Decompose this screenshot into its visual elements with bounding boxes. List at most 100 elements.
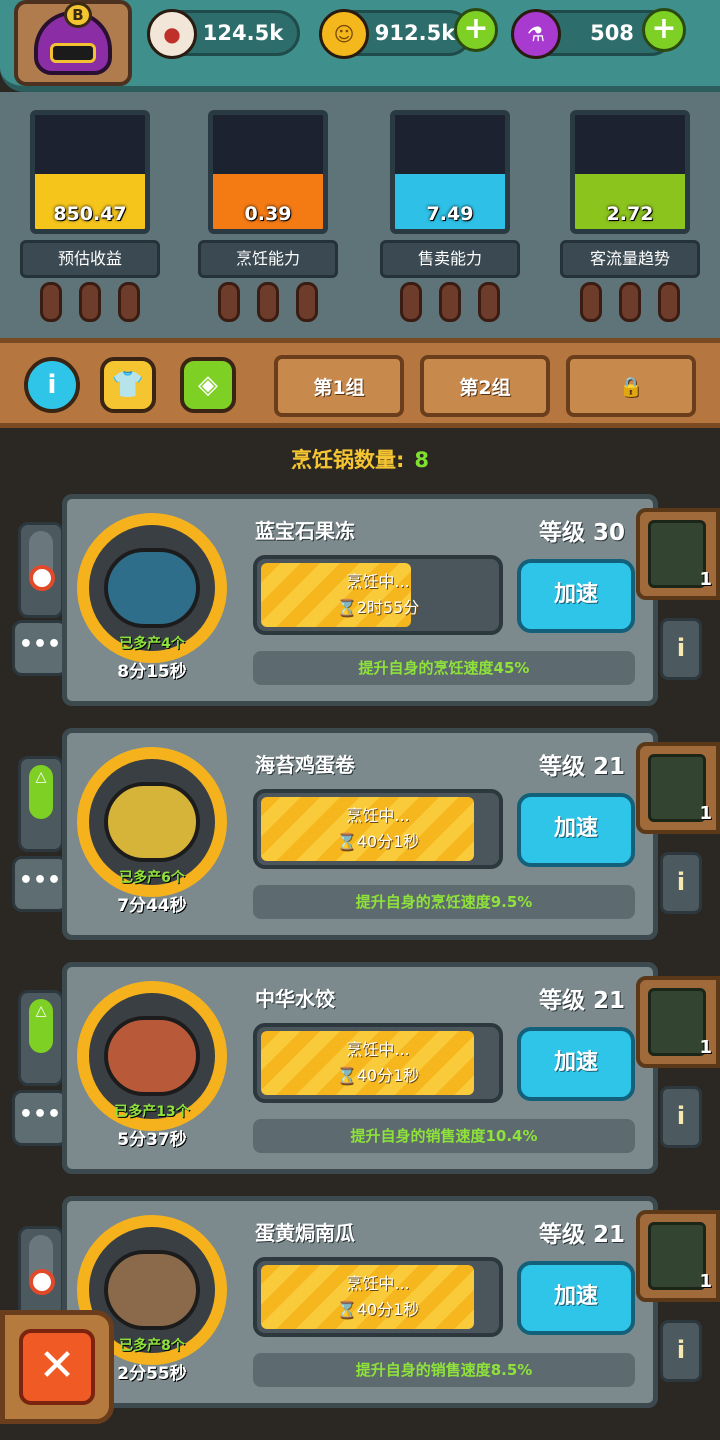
- cooking-progress: 烹饪中... ⌛2时55分: [253, 555, 503, 635]
- meter-selling-ability: 7.49 售卖能力: [380, 110, 520, 330]
- meter-value: 2.72: [606, 203, 654, 225]
- meter-label: 客流量趋势: [560, 240, 700, 278]
- auto-toggle[interactable]: [18, 1226, 64, 1322]
- pot-count-value: 8: [414, 448, 430, 472]
- tab-group-2[interactable]: 第2组: [420, 355, 550, 417]
- bonus-text: 提升自身的烹饪速度45%: [253, 651, 635, 685]
- chef-portrait-icon: [648, 1222, 706, 1290]
- dish-info-button[interactable]: i: [660, 1086, 702, 1148]
- meter-cooking-ability: 0.39 烹饪能力: [198, 110, 338, 330]
- eyeball-resource: ● 124.5k: [147, 9, 300, 59]
- remaining-time: ⌛40分1秒: [336, 832, 420, 851]
- bonus-text: 提升自身的烹饪速度9.5%: [253, 885, 635, 919]
- auto-toggle[interactable]: △: [18, 756, 64, 852]
- arrow-up-icon: △: [35, 1003, 47, 1019]
- dish-card: 已多产6个 7分44秒 海苔鸡蛋卷 等级 21 烹饪中... ⌛40分1秒 加速…: [62, 728, 658, 940]
- chef-count: 1: [699, 1271, 712, 1292]
- meter-legs: [40, 282, 140, 326]
- dish-info-button[interactable]: i: [660, 1320, 702, 1382]
- disabled-icon: [29, 1269, 55, 1295]
- more-button[interactable]: •••: [12, 1090, 68, 1146]
- coin-resource: ☺ 912.5k: [319, 9, 472, 59]
- sapphire-jelly-icon: [104, 548, 200, 628]
- cooking-status: 烹饪中...: [346, 572, 410, 591]
- food-box-icon[interactable]: ◈: [180, 357, 236, 413]
- cycle-time: 7分44秒: [117, 896, 187, 916]
- chef-slot[interactable]: 1: [636, 508, 720, 600]
- produced-count: 已多产6个: [119, 870, 185, 886]
- more-button[interactable]: •••: [12, 856, 68, 912]
- auto-toggle[interactable]: △: [18, 990, 64, 1086]
- meter-tank: 2.72: [570, 110, 690, 234]
- auto-toggle[interactable]: [18, 522, 64, 618]
- tab-group-1[interactable]: 第1组: [274, 355, 404, 417]
- chef-count: 1: [699, 1037, 712, 1058]
- info-icon[interactable]: i: [24, 357, 80, 413]
- dish-card: 已多产8个 2分55秒 蛋黄焗南瓜 等级 21 烹饪中... ⌛40分1秒 加速…: [62, 1196, 658, 1408]
- meter-value: 7.49: [426, 203, 474, 225]
- dish-info-button[interactable]: i: [660, 618, 702, 680]
- cooking-progress: 烹饪中... ⌛40分1秒: [253, 1023, 503, 1103]
- shirt-icon[interactable]: 👕: [100, 357, 156, 413]
- chef-slot[interactable]: 1: [636, 976, 720, 1068]
- dish-name: 蛋黄焗南瓜: [255, 1221, 355, 1245]
- cooking-status: 烹饪中...: [346, 806, 410, 825]
- close-button[interactable]: ✕: [0, 1310, 114, 1424]
- chef-portrait-icon: [648, 988, 706, 1056]
- pot-count-label: 烹饪锅数量:: [290, 448, 405, 472]
- meter-legs: [400, 282, 500, 326]
- close-icon: ✕: [19, 1329, 95, 1405]
- bonus-text: 提升自身的销售速度8.5%: [253, 1353, 635, 1387]
- meter-tank: 7.49: [390, 110, 510, 234]
- dish-card: 已多产13个 5分37秒 中华水饺 等级 21 烹饪中... ⌛40分1秒 加速…: [62, 962, 658, 1174]
- chef-count: 1: [699, 803, 712, 824]
- dish-level: 等级 21: [538, 1222, 625, 1248]
- chef-portrait-icon: [648, 754, 706, 822]
- dish-name: 中华水饺: [255, 987, 335, 1011]
- produced-count: 已多产13个: [114, 1104, 190, 1120]
- speed-up-button[interactable]: 加速: [517, 793, 635, 867]
- meter-tank: 0.39: [208, 110, 328, 234]
- dish-level: 等级 21: [538, 988, 625, 1014]
- speed-up-button[interactable]: 加速: [517, 559, 635, 633]
- dish-card: 已多产4个 8分15秒 蓝宝石果冻 等级 30 烹饪中... ⌛2时55分 加速…: [62, 494, 658, 706]
- seaweed-egg-roll-icon: [104, 782, 200, 862]
- tab-group-locked[interactable]: 🔒: [566, 355, 696, 417]
- dish-name: 蓝宝石果冻: [255, 519, 355, 543]
- speed-up-button[interactable]: 加速: [517, 1261, 635, 1335]
- meter-legs: [218, 282, 318, 326]
- chef-count: 1: [699, 569, 712, 590]
- cooking-status: 烹饪中...: [346, 1274, 410, 1293]
- rank-badge: B: [64, 2, 92, 28]
- add-coin-button[interactable]: +: [454, 8, 498, 52]
- meter-label: 烹饪能力: [198, 240, 338, 278]
- chef-portrait-icon: [648, 520, 706, 588]
- group-tabs-bar: i 👕 ◈ 第1组 第2组 🔒: [0, 338, 720, 428]
- produced-count: 已多产4个: [119, 636, 185, 652]
- stats-panel: 850.47 预估收益 0.39 烹饪能力 7.49 售卖能力 2.72 客流量…: [0, 92, 720, 338]
- add-potion-button[interactable]: +: [642, 8, 686, 52]
- speed-up-button[interactable]: 加速: [517, 1027, 635, 1101]
- cooking-progress: 烹饪中... ⌛40分1秒: [253, 789, 503, 869]
- dish-level: 等级 21: [538, 754, 625, 780]
- cooking-progress: 烹饪中... ⌛40分1秒: [253, 1257, 503, 1337]
- dish-info-button[interactable]: i: [660, 852, 702, 914]
- lock-icon: 🔒: [619, 375, 643, 398]
- meter-customer-trend: 2.72 客流量趋势: [560, 110, 700, 330]
- remaining-time: ⌛2时55分: [336, 598, 420, 617]
- chef-slot[interactable]: 1: [636, 742, 720, 834]
- meter-legs: [580, 282, 680, 326]
- dumplings-icon: [104, 1016, 200, 1096]
- resource-bar: B ● 124.5k ☺ 912.5k + ⚗ 508 +: [0, 0, 720, 92]
- cycle-time: 8分15秒: [117, 662, 187, 682]
- meter-label: 预估收益: [20, 240, 160, 278]
- dish-level: 等级 30: [538, 520, 625, 546]
- coin-icon: ☺: [319, 9, 369, 59]
- chef-slot[interactable]: 1: [636, 1210, 720, 1302]
- meter-estimated-income: 850.47 预估收益: [20, 110, 160, 330]
- player-avatar[interactable]: B: [14, 0, 132, 86]
- eyeball-icon: ●: [147, 9, 197, 59]
- arrow-up-icon: △: [35, 769, 47, 785]
- cycle-time: 5分37秒: [117, 1130, 187, 1150]
- more-button[interactable]: •••: [12, 620, 68, 676]
